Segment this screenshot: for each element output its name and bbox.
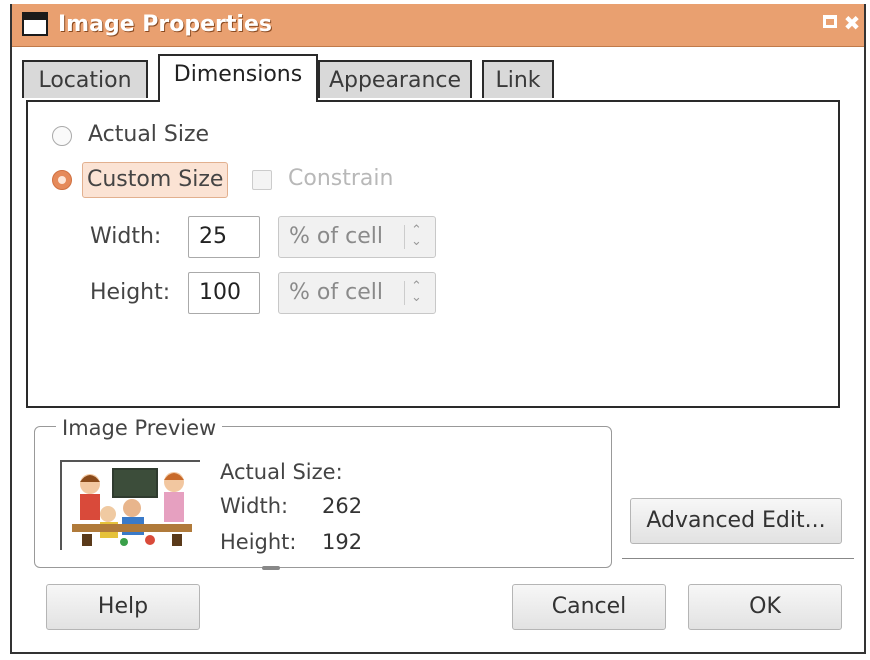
preview-thumbnail [60, 460, 200, 550]
cancel-button[interactable]: Cancel [512, 584, 666, 630]
constrain-checkbox[interactable] [252, 170, 272, 190]
window-icon [22, 12, 48, 36]
titlebar[interactable]: Image Properties ✖ [12, 4, 864, 47]
resize-grip[interactable] [262, 566, 280, 570]
height-unit-value: % of cell [289, 280, 383, 305]
advanced-edit-button[interactable]: Advanced Edit... [630, 498, 842, 544]
width-unit-select[interactable]: % of cell ⌃ ⌄ [278, 216, 436, 258]
actual-size-label[interactable]: Actual Size [88, 122, 209, 147]
custom-size-radio[interactable] [52, 170, 72, 190]
actual-size-radio[interactable] [52, 126, 72, 146]
preview-height-label: Height: [220, 530, 297, 554]
tab-link[interactable]: Link [482, 60, 554, 98]
tab-appearance[interactable]: Appearance [318, 60, 472, 98]
tab-dimensions[interactable]: Dimensions [158, 54, 318, 102]
custom-size-label: Custom Size [87, 167, 224, 192]
spin-arrows-icon: ⌃ ⌄ [404, 224, 427, 249]
preview-width-label: Width: [220, 494, 289, 518]
width-input[interactable]: 25 [188, 216, 260, 258]
height-unit-select[interactable]: % of cell ⌃ ⌄ [278, 272, 436, 314]
tab-location[interactable]: Location [22, 60, 148, 98]
custom-size-selection[interactable]: Custom Size [82, 162, 229, 198]
help-button[interactable]: Help [46, 584, 200, 630]
actual-size-heading: Actual Size: [220, 460, 343, 484]
preview-width-value: 262 [322, 494, 363, 518]
preview-image [72, 468, 192, 546]
close-icon[interactable]: ✖ [842, 13, 862, 33]
window-title: Image Properties [58, 12, 272, 37]
ok-button[interactable]: OK [688, 584, 842, 630]
separator [622, 558, 854, 559]
spin-arrows-icon: ⌃ ⌄ [404, 280, 427, 305]
preview-height-value: 192 [322, 530, 363, 554]
maximize-icon[interactable] [820, 13, 840, 33]
height-input[interactable]: 100 [188, 272, 260, 314]
height-label: Height: [90, 280, 171, 305]
image-preview-title: Image Preview [56, 416, 223, 440]
constrain-label: Constrain [288, 166, 394, 191]
width-unit-value: % of cell [289, 224, 383, 249]
width-label: Width: [90, 224, 162, 249]
